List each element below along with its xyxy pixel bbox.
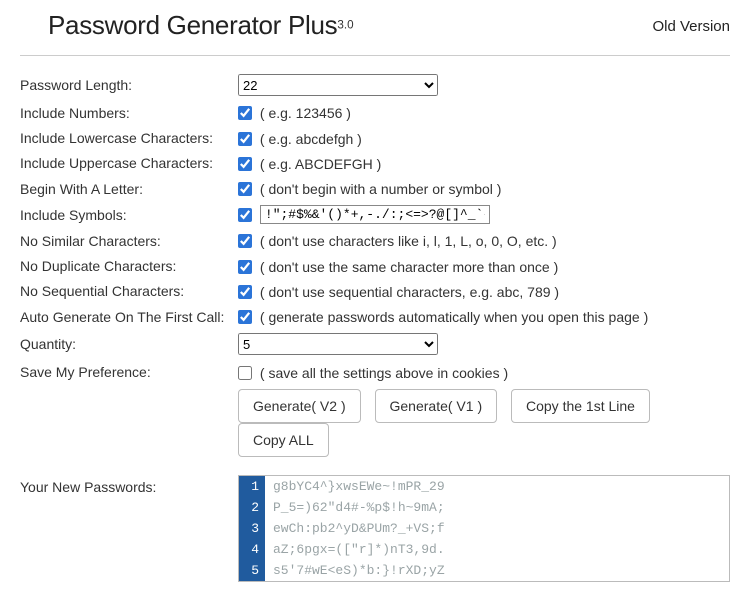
label-include-lowercase: Include Lowercase Characters: (20, 125, 238, 150)
symbols-input[interactable] (260, 205, 490, 224)
password-text[interactable]: ewCh:pb2^yD&PUm?_+VS;f (265, 518, 445, 539)
quantity-select[interactable]: 5 (238, 333, 438, 355)
password-row: 4aZ;6pgx=(["r]*)nT3,9d. (239, 539, 729, 560)
auto-generate-checkbox[interactable] (238, 310, 252, 324)
no-sequential-checkbox[interactable] (238, 285, 252, 299)
include-lowercase-checkbox[interactable] (238, 132, 252, 146)
save-pref-checkbox[interactable] (238, 366, 252, 380)
hint-no-sequential: ( don't use sequential characters, e.g. … (260, 284, 559, 300)
title-text: Password Generator Plus (48, 10, 337, 40)
copy-first-button[interactable]: Copy the 1st Line (511, 389, 650, 423)
hint-save-pref: ( save all the settings above in cookies… (260, 365, 508, 381)
label-save-pref: Save My Preference: (20, 359, 238, 384)
label-quantity: Quantity: (20, 329, 238, 359)
password-line-number: 3 (239, 518, 265, 539)
password-output[interactable]: 1g8bYC4^}xwsEWe~!mPR_292P_5=)62"d4#-%p$!… (238, 475, 730, 582)
old-version-link[interactable]: Old Version (652, 10, 730, 35)
password-length-select[interactable]: 22 (238, 74, 438, 96)
password-text[interactable]: P_5=)62"d4#-%p$!h~9mA; (265, 497, 445, 518)
label-no-similar: No Similar Characters: (20, 228, 238, 253)
label-include-numbers: Include Numbers: (20, 100, 238, 125)
label-password-length: Password Length: (20, 70, 238, 100)
password-text[interactable]: g8bYC4^}xwsEWe~!mPR_29 (265, 476, 445, 497)
label-your-passwords: Your New Passwords: (20, 461, 238, 586)
password-text[interactable]: aZ;6pgx=(["r]*)nT3,9d. (265, 539, 445, 560)
begin-letter-checkbox[interactable] (238, 182, 252, 196)
label-include-uppercase: Include Uppercase Characters: (20, 151, 238, 176)
include-symbols-checkbox[interactable] (238, 208, 252, 222)
label-no-sequential: No Sequential Characters: (20, 279, 238, 304)
hint-lowercase: ( e.g. abcdefgh ) (260, 131, 362, 147)
hint-numbers: ( e.g. 123456 ) (260, 105, 351, 121)
password-line-number: 2 (239, 497, 265, 518)
generate-v2-button[interactable]: Generate( V2 ) (238, 389, 361, 423)
no-similar-checkbox[interactable] (238, 234, 252, 248)
label-begin-letter: Begin With A Letter: (20, 176, 238, 201)
hint-begin-letter: ( don't begin with a number or symbol ) (260, 181, 502, 197)
password-line-number: 1 (239, 476, 265, 497)
generate-v1-button[interactable]: Generate( V1 ) (375, 389, 498, 423)
hint-auto-generate: ( generate passwords automatically when … (260, 309, 648, 325)
password-row: 1g8bYC4^}xwsEWe~!mPR_29 (239, 476, 729, 497)
include-numbers-checkbox[interactable] (238, 106, 252, 120)
version-superscript: 3.0 (337, 18, 353, 31)
divider (20, 55, 730, 56)
label-no-duplicate: No Duplicate Characters: (20, 253, 238, 278)
no-duplicate-checkbox[interactable] (238, 260, 252, 274)
label-include-symbols: Include Symbols: (20, 201, 238, 228)
copy-all-button[interactable]: Copy ALL (238, 423, 329, 457)
page-title: Password Generator Plus3.0 (48, 10, 354, 41)
password-row: 2P_5=)62"d4#-%p$!h~9mA; (239, 497, 729, 518)
include-uppercase-checkbox[interactable] (238, 157, 252, 171)
hint-uppercase: ( e.g. ABCDEFGH ) (260, 156, 381, 172)
password-row: 3ewCh:pb2^yD&PUm?_+VS;f (239, 518, 729, 539)
label-auto-generate: Auto Generate On The First Call: (20, 304, 238, 329)
hint-no-duplicate: ( don't use the same character more than… (260, 259, 558, 275)
hint-no-similar: ( don't use characters like i, l, 1, L, … (260, 233, 557, 249)
password-line-number: 4 (239, 539, 265, 560)
